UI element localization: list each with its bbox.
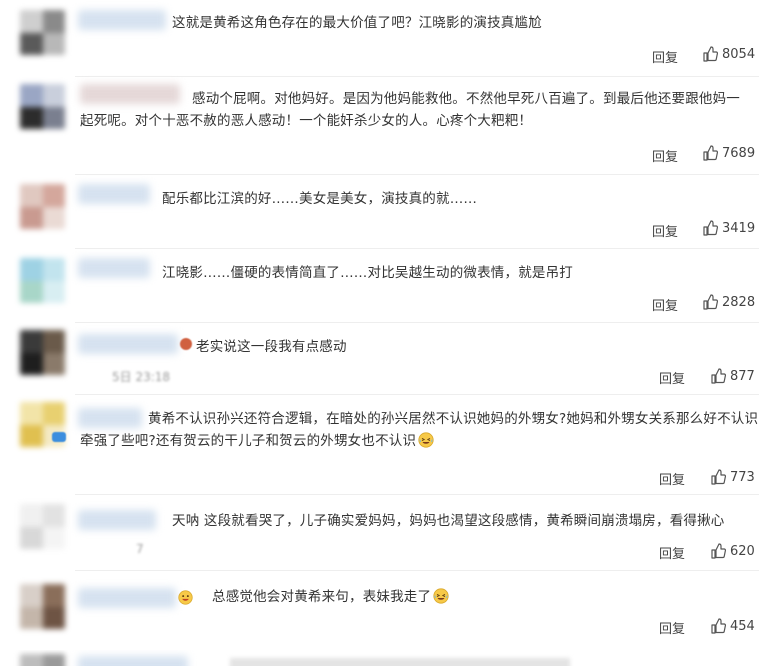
divider [75,248,759,249]
laughing-tears-emoji-icon [433,588,449,604]
avatar[interactable] [20,584,65,629]
user-badge-icon [180,338,192,350]
thumbs-up-icon [711,543,726,559]
comment-text: 这就是黄希这角色存在的最大价值了吧？江晓影的演技真尴尬 [172,15,542,31]
thumbs-up-icon [703,220,718,236]
comment-item-partial [0,650,769,666]
like-count: 454 [730,618,755,634]
comment-text-cutoff [230,658,570,666]
avatar[interactable] [20,504,65,549]
comment-text: 老实说这一段我有点感动 [196,339,347,355]
username-blurred[interactable] [78,334,178,354]
comment-item: 配乐都比江滨的好……美女是美女，演技真的就…… 回复 3419 [0,176,769,248]
like-button[interactable]: 773 [710,469,755,485]
avatar[interactable] [20,10,65,55]
reply-button[interactable]: 回复 [652,221,678,240]
reply-button[interactable]: 回复 [659,368,685,387]
comment-item: 江晓影……僵硬的表情简直了……对比吴越生动的微表情，就是吊打 回复 2828 [0,250,769,322]
comment-text: 黄希不认识孙兴还符合逻辑，在暗处的孙兴居然不认识她妈的外甥女?她妈和外甥女关系那… [80,411,759,449]
like-button[interactable]: 877 [710,368,755,384]
comment-text: 天呐 这段就看哭了，儿子确实爱妈妈，妈妈也渴望这段感情，黄希瞬间崩溃塌房，看得揪… [172,513,725,529]
comment-text: 总感觉他会对黄希来句，表妹我走了 [212,586,762,608]
thumbs-up-icon [711,618,726,634]
reply-button[interactable]: 回复 [652,295,678,314]
like-button[interactable]: 620 [710,543,755,559]
thumbs-up-icon [703,294,718,310]
verified-badge-icon [52,432,66,442]
like-count: 620 [730,543,755,559]
thumbs-up-icon [703,46,718,62]
username-blurred[interactable] [78,588,176,608]
thumbs-up-icon [703,145,718,161]
like-button[interactable]: 7689 [702,145,755,161]
username-blurred[interactable] [78,10,166,30]
laughing-tears-emoji-icon [418,432,434,448]
reply-button[interactable]: 回复 [659,618,685,637]
comment-item: 黄希不认识孙兴还符合逻辑，在暗处的孙兴居然不认识她妈的外甥女?她妈和外甥女关系那… [0,396,769,494]
comment-item: 这就是黄希这角色存在的最大价值了吧？江晓影的演技真尴尬 回复 8054 [0,0,769,75]
comment-item: 老实说这一段我有点感动 5日 23:18 回复 877 [0,324,769,394]
divider [75,570,759,571]
comment-item: 天呐 这段就看哭了，儿子确实爱妈妈，妈妈也渴望这段感情，黄希瞬间崩溃塌房，看得揪… [0,496,769,570]
reply-button[interactable]: 回复 [659,543,685,562]
thumbs-up-icon [711,469,726,485]
reply-button[interactable]: 回复 [659,469,685,488]
like-count: 3419 [722,220,756,236]
like-button[interactable]: 3419 [702,220,755,236]
like-button[interactable]: 454 [710,618,755,634]
like-button[interactable]: 2828 [702,294,755,310]
divider [75,394,759,395]
thumbs-up-icon [711,368,726,384]
username-blurred[interactable] [78,510,156,530]
comment-item: 感动个屁啊。对他妈好。是因为他妈能救他。不然他早死八百遍了。到最后他还要跟他妈一… [0,78,769,174]
username-blurred[interactable] [78,184,150,204]
like-count: 8054 [722,46,756,62]
reply-button[interactable]: 回复 [652,47,678,66]
divider [75,322,759,323]
like-button[interactable]: 8054 [702,46,755,62]
divider [75,76,759,77]
username-blurred[interactable] [78,656,188,666]
comment-item: 总感觉他会对黄希来句，表妹我走了 回复 454 [0,572,769,646]
avatar[interactable] [20,654,65,666]
reply-button[interactable]: 回复 [652,146,678,165]
like-count: 877 [730,368,755,384]
avatar[interactable] [20,258,65,303]
comment-text: 配乐都比江滨的好……美女是美女，演技真的就…… [162,191,478,207]
comment-text: 感动个屁啊。对他妈好。是因为他妈能救他。不然他早死八百遍了。到最后他还要跟他妈一… [80,91,740,129]
avatar[interactable] [20,330,65,375]
comment-timestamp: 5日 23:18 [112,370,171,384]
like-count: 773 [730,469,755,485]
comment-text: 江晓影……僵硬的表情简直了……对比吴越生动的微表情，就是吊打 [162,265,573,281]
like-count: 2828 [722,294,756,310]
avatar[interactable] [20,184,65,229]
comment-timestamp: 7 [136,542,144,556]
like-count: 7689 [722,145,756,161]
avatar[interactable] [20,84,65,129]
divider [75,494,759,495]
grinning-emoji-icon [178,590,193,605]
username-blurred[interactable] [78,258,150,278]
divider [75,174,759,175]
